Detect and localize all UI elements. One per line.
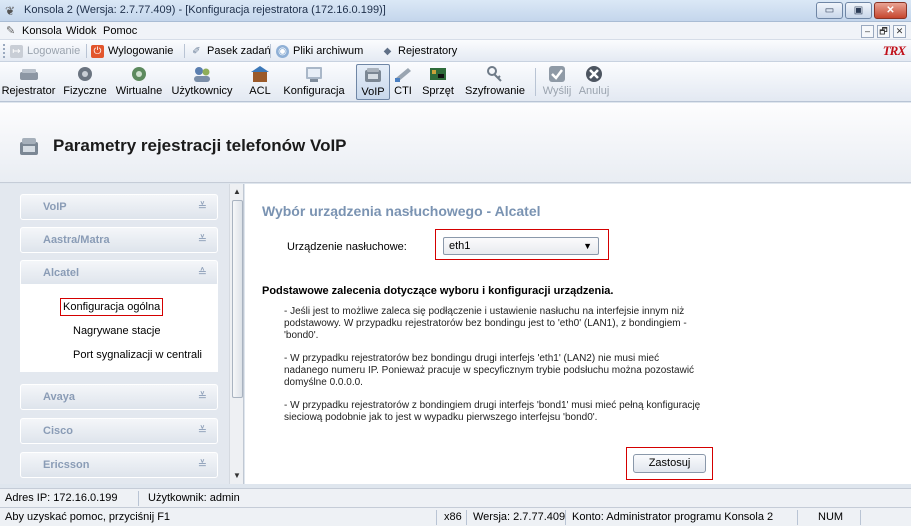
status-num: NUM [818, 511, 844, 523]
send-check-icon [549, 66, 565, 82]
apply-button[interactable]: Zastosuj [633, 454, 706, 473]
nav-group-cisco[interactable]: Cisco ≚ [20, 418, 218, 444]
physical-channels-icon [78, 67, 92, 81]
nav-group-alcatel[interactable]: Alcatel ≙ [20, 260, 218, 286]
mdi-restore-button[interactable]: 🗗 [877, 25, 890, 38]
menu-bar: ✎ Konsola Widok Pomoc – 🗗 ✕ [0, 22, 911, 40]
page-header: Parametry rejestracji telefonów VoIP [0, 103, 911, 183]
archive-files-button[interactable]: ◉ Pliki archiwum [276, 43, 363, 59]
app-icon: ❦ [5, 4, 16, 18]
login-icon: ↦ [10, 44, 23, 58]
app-status-bar: Aby uzyskać pomoc, przyciśnij F1 x86 Wer… [0, 507, 911, 526]
nav-link-port-sygnalizacji[interactable]: Port sygnalizacji w centrali [73, 349, 202, 361]
recommendation-2: - W przypadku rejestratorów bez bondingu… [284, 353, 695, 388]
virtual-channels-icon [132, 67, 146, 81]
recommendation-1: - Jeśli jest to możliwe zaleca się podłą… [284, 306, 687, 341]
chevron-down-icon: ≚ [197, 391, 207, 403]
archive-icon: ◉ [276, 44, 289, 58]
maximize-button[interactable]: ▣ [845, 2, 872, 19]
minimize-button[interactable]: ▭ [816, 2, 843, 19]
voip-phone-icon [20, 138, 38, 155]
toolbar-wyslij-button[interactable]: Wyślij [541, 64, 573, 100]
chevron-down-icon: ≚ [197, 459, 207, 471]
toolbar-grip[interactable] [3, 44, 6, 58]
status-version: Wersja: 2.7.77.409 [473, 511, 566, 523]
toolbar-fizyczne-button[interactable]: Fizyczne [62, 64, 108, 100]
encryption-key-icon [487, 66, 502, 82]
recorders-icon: ◆ [383, 45, 392, 57]
voip-phone-icon [365, 68, 381, 82]
status-arch: x86 [444, 511, 462, 523]
toolbar-uzytkownicy-button[interactable]: Użytkownicy [170, 64, 234, 100]
nav-group-voip[interactable]: VoIP ≚ [20, 194, 218, 220]
main-toolbar: ↦ Logowanie ⏻ Wylogowanie ✐ Pasek zadań … [0, 40, 911, 62]
recommendation-3: - W przypadku rejestratorów z bondingiem… [284, 400, 701, 423]
scroll-up-arrow-icon[interactable]: ▲ [233, 187, 241, 196]
recorders-button[interactable]: ◆ Rejestratory [381, 43, 458, 59]
menu-konsola[interactable]: Konsola [22, 25, 62, 37]
toolbar-rejestrator-button[interactable]: Rejestrator [1, 64, 56, 100]
close-button[interactable]: ✕ [874, 2, 907, 19]
taskbar-icon: ✐ [192, 45, 201, 57]
status-ip: Adres IP: 172.16.0.199 [5, 492, 118, 504]
toolbar-wirtualne-button[interactable]: Wirtualne [114, 64, 164, 100]
toolbar-sprzet-button[interactable]: Sprzęt [420, 64, 456, 100]
trx-logo: TRX [882, 43, 906, 58]
menu-app-icon: ✎ [6, 25, 16, 37]
hardware-icon [430, 68, 446, 80]
logout-icon: ⏻ [91, 44, 104, 58]
menu-widok[interactable]: Widok [66, 25, 97, 37]
chevron-up-icon: ≙ [197, 267, 207, 279]
section-title: Wybór urządzenia nasłuchowego - Alcatel [262, 203, 541, 219]
toolbar-anuluj-button[interactable]: Anuluj [577, 64, 611, 100]
dropdown-arrow-icon: ▼ [583, 241, 592, 251]
recorder-icon [19, 69, 38, 80]
window-title-bar[interactable]: ❦ Konsola 2 (Wersja: 2.7.77.409) - [Konf… [0, 0, 911, 22]
listening-device-select[interactable]: eth1 ▼ [443, 237, 599, 255]
toolbar-cti-button[interactable]: CTI [391, 64, 415, 100]
cti-icon [395, 68, 411, 82]
nav-group-ericsson[interactable]: Ericsson ≚ [20, 452, 218, 478]
nav-group-avaya[interactable]: Avaya ≚ [20, 384, 218, 410]
scrollbar-thumb[interactable] [232, 200, 243, 398]
nav-scrollbar[interactable]: ▲ ▼ [229, 184, 243, 484]
status-account: Konto: Administrator programu Konsola 2 [572, 511, 774, 523]
configuration-icon [306, 67, 322, 82]
mdi-minimize-button[interactable]: – [861, 25, 874, 38]
chevron-down-icon: ≚ [197, 234, 207, 246]
status-help: Aby uzyskać pomoc, przyciśnij F1 [5, 511, 171, 523]
nav-link-nagrywane-stacje[interactable]: Nagrywane stacje [73, 325, 160, 337]
login-button[interactable]: ↦ Logowanie [10, 43, 80, 59]
recommendations-title: Podstawowe zalecenia dotyczące wyboru i … [262, 285, 614, 297]
menu-pomoc[interactable]: Pomoc [103, 25, 137, 37]
module-toolbar: Rejestrator Fizyczne Wirtualne Użytkowni… [0, 62, 911, 102]
left-navigation: VoIP ≚ Aastra/Matra ≚ Alcatel ≙ Konfigur… [0, 184, 244, 484]
window-title: Konsola 2 (Wersja: 2.7.77.409) - [Konfig… [24, 4, 386, 16]
device-label: Urządzenie nasłuchowe: [287, 241, 407, 253]
toolbar-voip-button[interactable]: VoIP [356, 64, 390, 100]
users-icon [194, 67, 210, 82]
chevron-down-icon: ≚ [197, 425, 207, 437]
toolbar-konfiguracja-button[interactable]: Konfiguracja [279, 64, 349, 100]
toolbar-acl-button[interactable]: ACL [247, 64, 273, 100]
mdi-close-button[interactable]: ✕ [893, 25, 906, 38]
page-title: Parametry rejestracji telefonów VoIP [53, 136, 347, 155]
nav-link-konfiguracja-ogolna[interactable]: Konfiguracja ogólna [59, 298, 164, 316]
taskbar-button[interactable]: ✐ Pasek zadań [190, 43, 270, 59]
acl-icon [251, 66, 269, 82]
status-user: Użytkownik: admin [148, 492, 240, 504]
scroll-down-arrow-icon[interactable]: ▼ [233, 471, 241, 480]
chevron-down-icon: ≚ [197, 201, 207, 213]
connection-status-bar: Adres IP: 172.16.0.199 Użytkownik: admin [0, 488, 911, 507]
main-panel: Wybór urządzenia nasłuchowego - Alcatel … [245, 184, 911, 484]
logout-button[interactable]: ⏻ Wylogowanie [91, 43, 173, 59]
nav-group-aastra-matra[interactable]: Aastra/Matra ≚ [20, 227, 218, 253]
toolbar-szyfrowanie-button[interactable]: Szyfrowanie [462, 64, 528, 100]
cancel-x-icon [586, 66, 602, 82]
